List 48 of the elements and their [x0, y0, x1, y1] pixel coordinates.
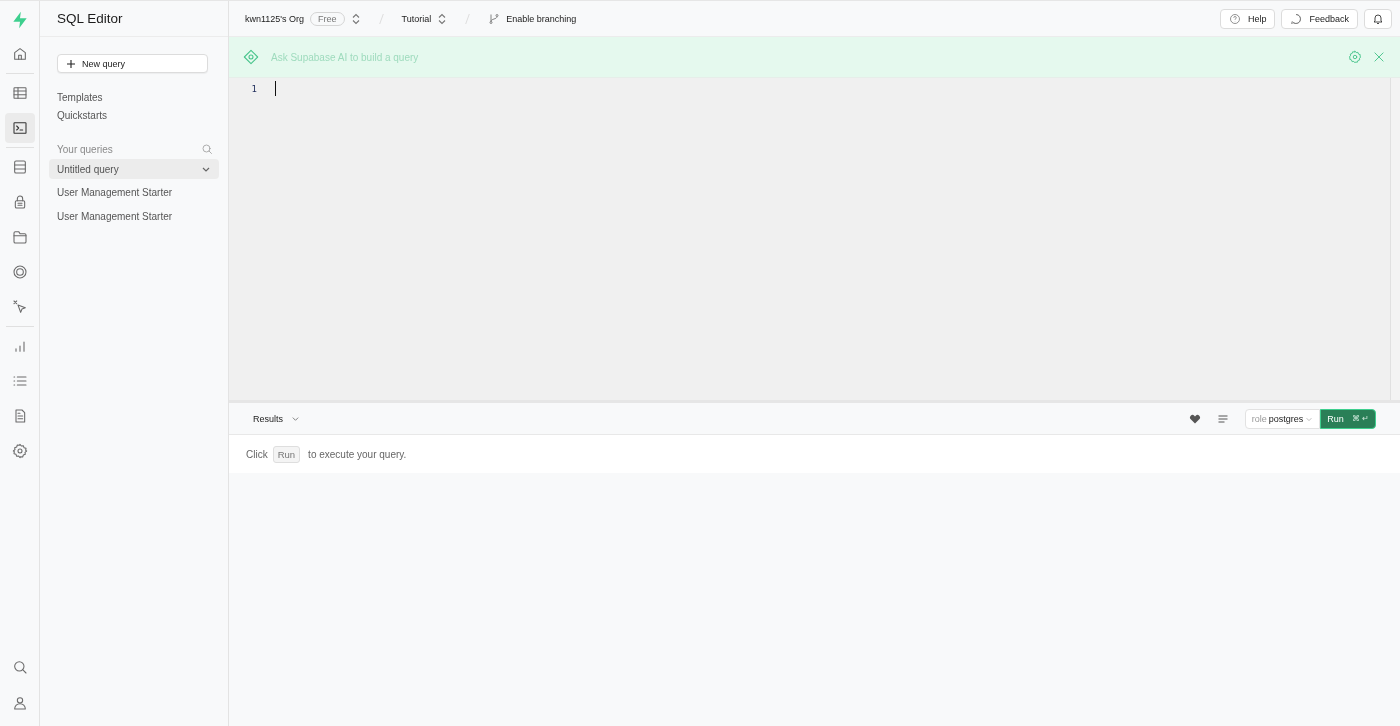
- role-selector[interactable]: role postgres: [1244, 408, 1321, 429]
- text-cursor: [275, 81, 276, 96]
- home-icon: [11, 46, 28, 62]
- notifications-button[interactable]: [1364, 8, 1392, 29]
- line-number: 1: [250, 83, 258, 96]
- feedback-button[interactable]: Feedback: [1281, 8, 1358, 29]
- help-icon: [1228, 12, 1241, 25]
- list-icon: [11, 373, 28, 389]
- terminal-nav-button[interactable]: [4, 113, 35, 143]
- new-query-button[interactable]: New query: [57, 54, 208, 73]
- query-item[interactable]: Untitled query: [49, 159, 219, 179]
- ai-prompt-bar[interactable]: Ask Supabase AI to build a query: [229, 37, 1400, 78]
- run-button[interactable]: Run ⌘ ↵: [1320, 408, 1376, 429]
- query-item[interactable]: User Management Starter: [49, 182, 219, 203]
- chevron-up-down-icon: [350, 12, 361, 25]
- terminal-icon: [11, 120, 28, 136]
- sidebar-title: SQL Editor: [57, 11, 123, 26]
- chevron-up-down-icon: [437, 12, 448, 25]
- code-editor[interactable]: 1: [229, 78, 1400, 403]
- search-icon[interactable]: [201, 143, 213, 155]
- org-selector[interactable]: kwn1125's Org Free: [245, 11, 361, 26]
- user-icon: [11, 695, 28, 711]
- hint-text: Click: [246, 448, 268, 460]
- ai-prompt-field[interactable]: Ask Supabase AI to build a query: [269, 50, 1338, 64]
- settings-icon: [11, 443, 28, 459]
- sidebar-link[interactable]: Quickstarts: [57, 110, 107, 121]
- ring-icon: [11, 264, 28, 280]
- bell-icon: [1372, 12, 1384, 25]
- help-button[interactable]: Help: [1219, 8, 1276, 29]
- enable-branching-button[interactable]: Enable branching: [488, 12, 577, 25]
- plus-icon: [66, 58, 76, 69]
- diamond-icon: [243, 49, 259, 65]
- branch-icon: [488, 12, 501, 25]
- database-icon: [11, 159, 28, 175]
- close-icon[interactable]: [1372, 50, 1386, 64]
- run-key-label: Run: [272, 445, 301, 463]
- results-dropdown[interactable]: Results: [253, 413, 300, 424]
- query-item[interactable]: User Management Starter: [49, 206, 219, 226]
- settings-icon[interactable]: [1348, 50, 1362, 64]
- project-selector[interactable]: Tutorial: [401, 12, 448, 25]
- table-icon: [11, 85, 28, 101]
- chevron-down-icon: [291, 414, 300, 423]
- sidebar-link[interactable]: Templates: [57, 92, 103, 103]
- folder-icon: [11, 229, 28, 245]
- section-title: Your queries: [57, 143, 113, 155]
- search-icon: [11, 659, 28, 675]
- pointer-icon: [11, 299, 28, 315]
- hint-text: to execute your query.: [308, 448, 407, 460]
